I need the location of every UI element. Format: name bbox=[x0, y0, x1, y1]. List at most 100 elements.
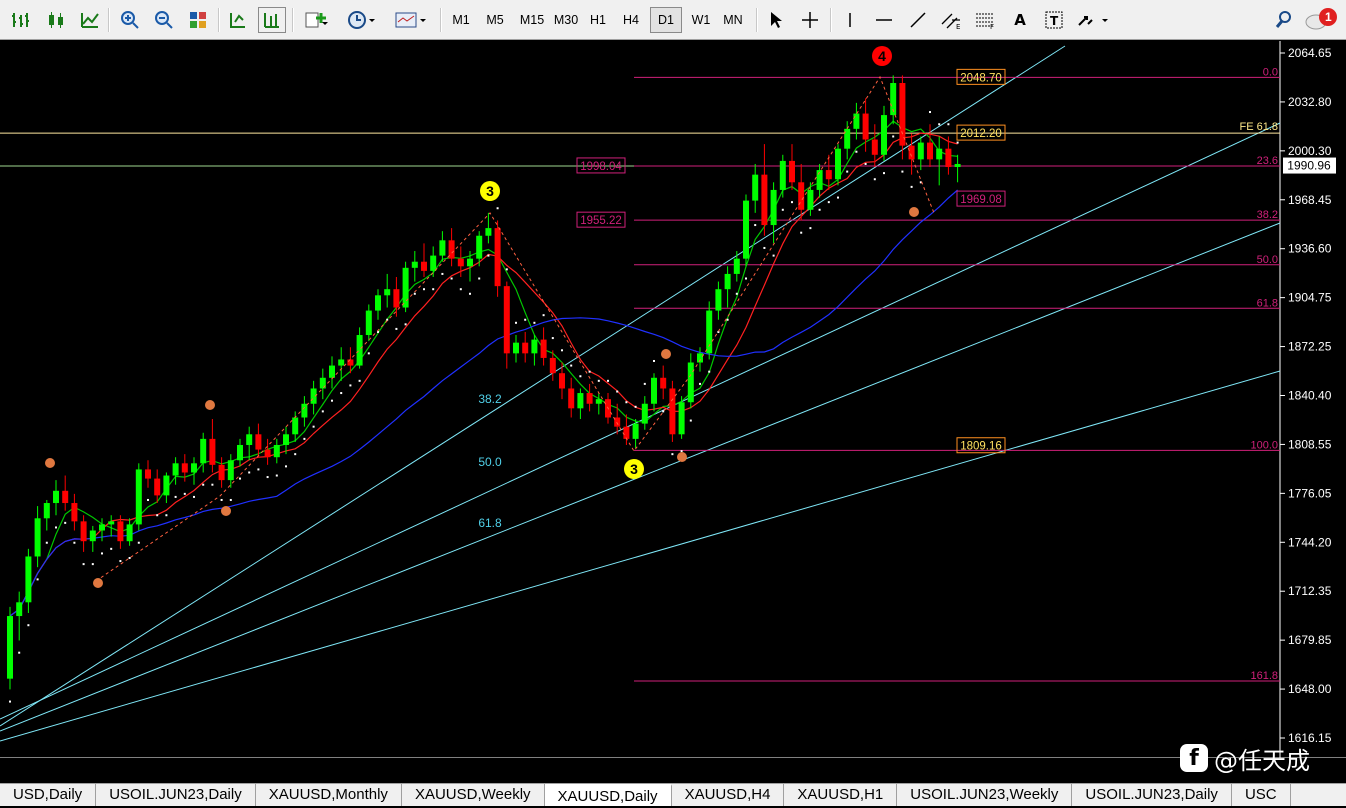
equidistant-channel-icon[interactable]: E bbox=[938, 7, 966, 33]
candle-body bbox=[71, 503, 78, 522]
price-chart[interactable]: 2064.65 2032.80 2000.30 1968.45 1936.60 1904.… bbox=[0, 41, 1346, 758]
fibonacci-icon[interactable]: F bbox=[972, 7, 1000, 33]
periods-clock-icon[interactable] bbox=[344, 7, 382, 33]
sar-dot bbox=[763, 246, 766, 249]
chart-tab[interactable]: XAUUSD,H4 bbox=[672, 784, 785, 806]
candle-body bbox=[283, 434, 289, 445]
sar-dot bbox=[883, 172, 885, 175]
candle-body bbox=[522, 342, 529, 354]
vertical-line-icon[interactable] bbox=[836, 7, 864, 33]
timeframe-d1[interactable]: D1 bbox=[650, 7, 682, 33]
notifications-icon[interactable]: 1 bbox=[1304, 7, 1340, 33]
candle-body bbox=[237, 444, 243, 461]
wave-label: 3 bbox=[486, 183, 494, 199]
candle-body bbox=[246, 434, 253, 445]
chart-tab[interactable]: USOIL.JUN23,Daily bbox=[96, 784, 256, 806]
timeframe-m1[interactable]: M1 bbox=[445, 7, 477, 33]
price-box-label: 1955.22 bbox=[580, 215, 622, 227]
timeframe-h1[interactable]: H1 bbox=[582, 7, 614, 33]
candle-body bbox=[402, 267, 409, 308]
crosshair-icon[interactable] bbox=[796, 7, 824, 33]
price-box-label: 2048.70 bbox=[960, 72, 1002, 84]
scroll-chart-icon[interactable] bbox=[224, 7, 252, 33]
toolbar: M1 M5 M15 M30 H1 H4 D1 W1 MN E F A T 1 bbox=[0, 0, 1346, 40]
y-tick-label: 1648.00 bbox=[1288, 682, 1332, 696]
candle-body bbox=[503, 286, 510, 354]
sar-dot bbox=[469, 292, 471, 295]
chart-tabs: USD,Daily USOIL.JUN23,Daily XAUUSD,Monthly… bbox=[0, 783, 1346, 806]
candle-body bbox=[623, 426, 630, 439]
candle-body bbox=[99, 524, 105, 531]
svg-text:E: E bbox=[956, 23, 960, 30]
candle-body bbox=[559, 373, 565, 389]
candle-body bbox=[218, 464, 225, 481]
sar-dot bbox=[18, 651, 21, 654]
candlestick-icon[interactable] bbox=[42, 7, 70, 33]
y-tick-label: 1968.45 bbox=[1288, 193, 1332, 207]
sar-dot bbox=[45, 541, 48, 544]
candle-body bbox=[715, 289, 722, 311]
candle-body bbox=[430, 255, 437, 271]
y-tick-label: 1744.20 bbox=[1288, 535, 1332, 549]
candle-body bbox=[181, 463, 188, 473]
bar-chart-icon[interactable] bbox=[6, 7, 34, 33]
text-label-icon[interactable]: T bbox=[1040, 7, 1068, 33]
sar-dot bbox=[165, 514, 168, 517]
sar-dot bbox=[864, 162, 867, 165]
chart-tab[interactable]: XAUUSD,Weekly bbox=[402, 784, 545, 806]
timeframe-m30[interactable]: M30 bbox=[548, 7, 584, 33]
indicators-icon[interactable] bbox=[300, 7, 334, 33]
candle-body bbox=[347, 359, 354, 366]
candle-body bbox=[292, 417, 299, 435]
sar-dot bbox=[321, 410, 324, 413]
tile-windows-icon[interactable] bbox=[184, 7, 212, 33]
sar-dot bbox=[551, 337, 554, 340]
sar-dot bbox=[450, 277, 453, 280]
arrows-icon[interactable] bbox=[1074, 7, 1114, 33]
trendline-icon[interactable] bbox=[904, 7, 932, 33]
horizontal-line-icon[interactable] bbox=[870, 7, 898, 33]
chart-shift-icon[interactable] bbox=[258, 7, 286, 33]
zoom-in-icon[interactable] bbox=[116, 7, 144, 33]
search-icon[interactable] bbox=[1270, 7, 1298, 33]
sar-dot bbox=[459, 288, 462, 291]
cursor-icon[interactable] bbox=[762, 7, 790, 33]
chart-tab[interactable]: XAUUSD,Monthly bbox=[256, 784, 402, 806]
timeframe-m15[interactable]: M15 bbox=[514, 7, 550, 33]
sar-dot bbox=[855, 150, 858, 153]
line-chart-icon[interactable] bbox=[76, 7, 104, 33]
chart-tab[interactable]: USOIL.JUN23,Weekly bbox=[897, 784, 1073, 806]
candle-body bbox=[724, 273, 731, 290]
chart-tab[interactable]: USD,Daily bbox=[0, 784, 97, 806]
sar-dot bbox=[938, 123, 941, 126]
chart-tab[interactable]: USOIL.JUN23,Daily bbox=[1072, 784, 1232, 806]
timeframe-mn[interactable]: MN bbox=[717, 7, 749, 33]
templates-icon[interactable] bbox=[392, 7, 432, 33]
zoom-out-icon[interactable] bbox=[150, 7, 178, 33]
timeframe-h4[interactable]: H4 bbox=[615, 7, 647, 33]
sar-dot bbox=[193, 495, 195, 498]
price-box-label: 2012.20 bbox=[960, 128, 1002, 140]
sar-dot bbox=[349, 384, 352, 387]
timeframe-w1[interactable]: W1 bbox=[685, 7, 717, 33]
sar-dot bbox=[229, 498, 232, 501]
chart-tab[interactable]: USC bbox=[1232, 784, 1291, 806]
chart-tab[interactable]: XAUUSD,H1 bbox=[784, 784, 898, 806]
sar-dot bbox=[588, 370, 591, 373]
sar-dot bbox=[303, 437, 306, 440]
sar-dot bbox=[156, 514, 159, 517]
chart-area[interactable]: 2064.65 2032.80 2000.30 1968.45 1936.60 1904.… bbox=[0, 41, 1346, 758]
candle-body bbox=[255, 434, 262, 450]
sar-dot bbox=[55, 526, 57, 529]
candle-body bbox=[789, 160, 795, 183]
timeframe-m5[interactable]: M5 bbox=[479, 7, 511, 33]
minor-wave-marker bbox=[93, 578, 103, 588]
sar-dot bbox=[101, 552, 103, 555]
y-tick-label: 1872.25 bbox=[1288, 340, 1332, 354]
candle-body bbox=[586, 393, 593, 404]
text-tool-icon[interactable]: A bbox=[1006, 7, 1034, 33]
candle-body bbox=[549, 357, 556, 374]
fib-level-label: 38.2 bbox=[1257, 209, 1278, 221]
chart-tab[interactable]: XAUUSD,Daily bbox=[544, 784, 672, 806]
candle-body bbox=[200, 438, 207, 464]
